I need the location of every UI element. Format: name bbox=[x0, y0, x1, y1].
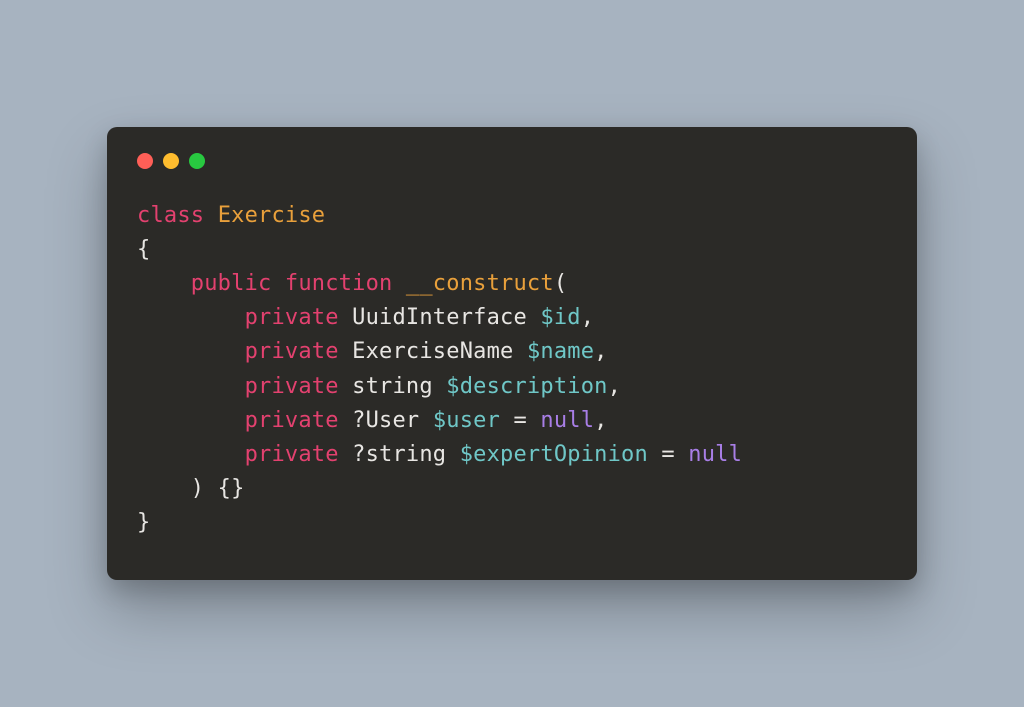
brace-open: { bbox=[137, 237, 150, 262]
close-paren-braces: ) {} bbox=[191, 476, 245, 501]
minimize-icon[interactable] bbox=[163, 153, 179, 169]
comma: , bbox=[581, 305, 594, 330]
maximize-icon[interactable] bbox=[189, 153, 205, 169]
type: ExerciseName bbox=[352, 339, 527, 364]
null-literal: null bbox=[688, 442, 742, 467]
keyword-function: function bbox=[285, 271, 393, 296]
class-name: Exercise bbox=[218, 203, 326, 228]
keyword-private: private bbox=[245, 339, 339, 364]
variable: $expertOpinion bbox=[460, 442, 648, 467]
code-window: class Exercise { public function __const… bbox=[107, 127, 917, 580]
type: UuidInterface bbox=[352, 305, 540, 330]
equals: = bbox=[500, 408, 540, 433]
keyword-class: class bbox=[137, 203, 204, 228]
comma: , bbox=[608, 374, 621, 399]
comma: , bbox=[594, 408, 607, 433]
null-literal: null bbox=[540, 408, 594, 433]
paren-open: ( bbox=[554, 271, 567, 296]
keyword-private: private bbox=[245, 442, 339, 467]
keyword-public: public bbox=[191, 271, 272, 296]
close-icon[interactable] bbox=[137, 153, 153, 169]
brace-close: } bbox=[137, 510, 150, 535]
comma: , bbox=[594, 339, 607, 364]
window-traffic-lights bbox=[137, 153, 887, 169]
keyword-private: private bbox=[245, 305, 339, 330]
type: string bbox=[352, 374, 446, 399]
code-block: class Exercise { public function __const… bbox=[137, 199, 887, 540]
type: ?User bbox=[352, 408, 433, 433]
type: ?string bbox=[352, 442, 460, 467]
function-name: __construct bbox=[406, 271, 554, 296]
variable: $name bbox=[527, 339, 594, 364]
keyword-private: private bbox=[245, 374, 339, 399]
variable: $user bbox=[433, 408, 500, 433]
variable: $id bbox=[540, 305, 580, 330]
variable: $description bbox=[446, 374, 607, 399]
equals: = bbox=[648, 442, 688, 467]
keyword-private: private bbox=[245, 408, 339, 433]
